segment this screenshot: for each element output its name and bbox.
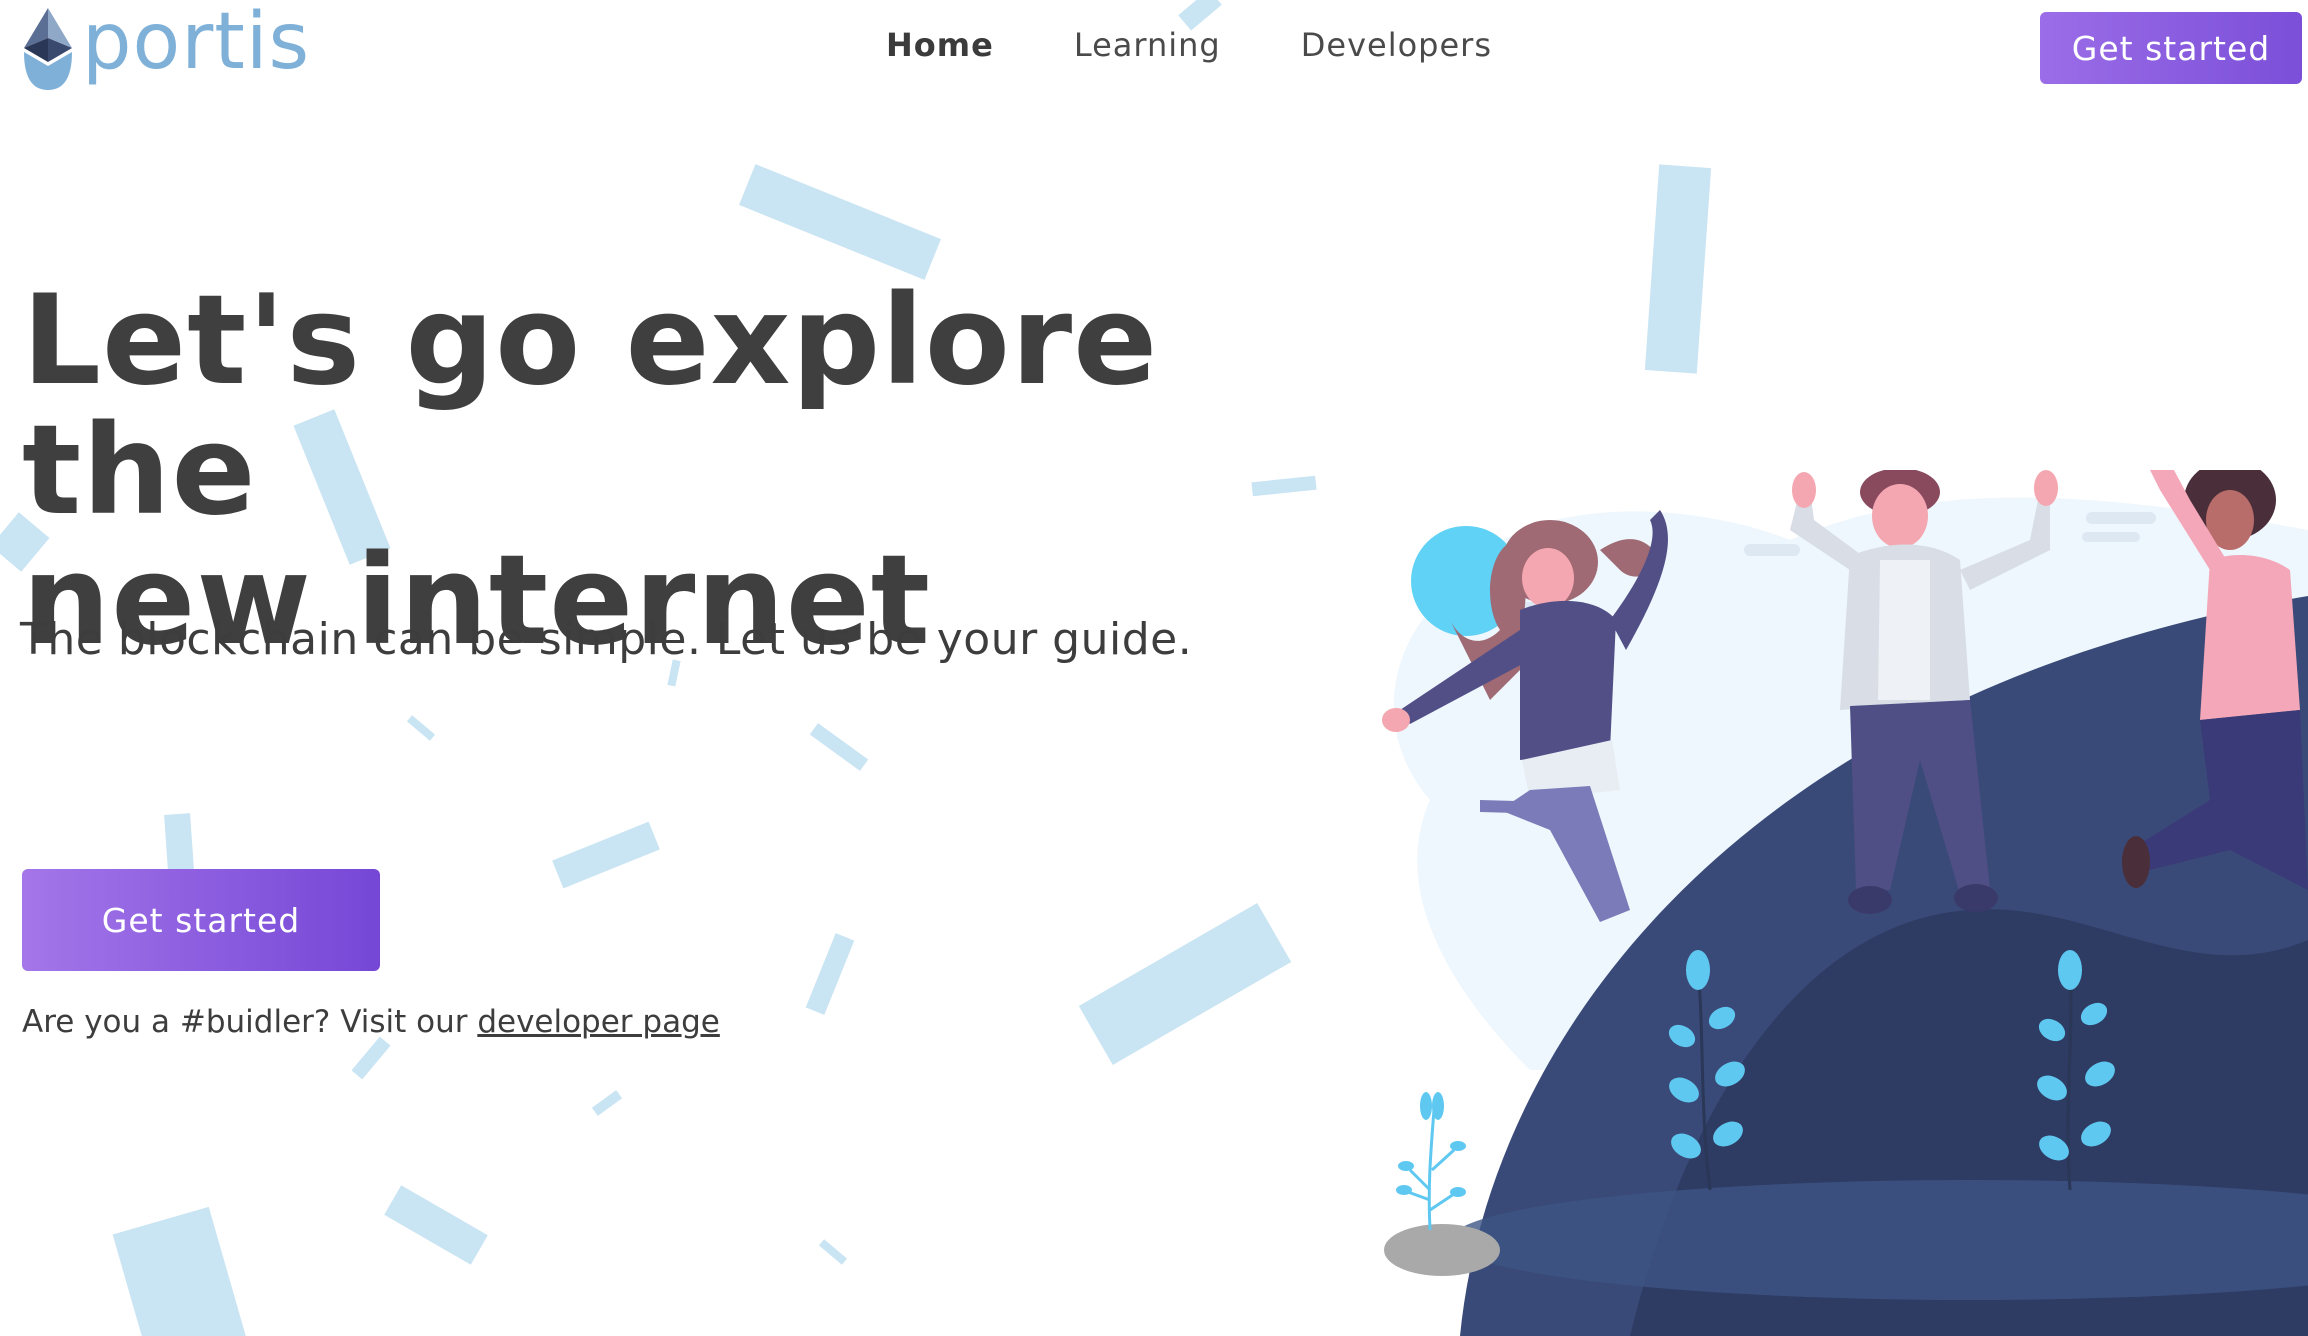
developer-page-link[interactable]: developer page — [477, 1004, 720, 1040]
portis-logo[interactable]: portis — [20, 3, 310, 90]
hero-subtitle: The blockchain can be simple. Let us be … — [20, 614, 1193, 665]
confetti-piece — [591, 1090, 623, 1116]
hero-illustration — [1382, 470, 2308, 1336]
nav-learning[interactable]: Learning — [1074, 26, 1221, 64]
confetti-piece — [164, 813, 194, 871]
landing-page: portis Home Learning Developers Get star… — [0, 0, 2308, 1336]
confetti-piece — [351, 1036, 391, 1080]
confetti-piece — [552, 821, 660, 889]
main-nav: Home Learning Developers — [886, 26, 1572, 64]
developer-note-text: Are you a #buidler? Visit our — [22, 1004, 478, 1040]
confetti-piece — [406, 715, 436, 741]
nav-home[interactable]: Home — [886, 26, 994, 64]
header-get-started-button[interactable]: Get started — [2040, 12, 2302, 84]
confetti-piece — [805, 933, 855, 1015]
small-cloud — [2086, 512, 2156, 524]
small-plant-icon — [1407, 1109, 1456, 1231]
logo-wordmark: portis — [82, 0, 311, 87]
confetti-piece — [112, 1206, 248, 1336]
confetti-piece — [739, 164, 941, 280]
nav-developers[interactable]: Developers — [1301, 26, 1492, 64]
confetti-piece — [818, 1239, 848, 1265]
small-cloud — [1744, 544, 1800, 556]
confetti-piece — [809, 723, 869, 771]
hero-get-started-button[interactable]: Get started — [22, 869, 380, 971]
confetti-piece — [1078, 903, 1292, 1065]
rock — [1384, 1224, 1500, 1276]
confetti-piece — [1644, 164, 1712, 374]
small-cloud — [2082, 532, 2140, 542]
ethereum-diamond-icon — [24, 8, 72, 90]
confetti-piece — [384, 1185, 488, 1265]
hero-title-line-1: Let's go explore the — [22, 269, 1159, 543]
hero-title: Let's go explore the new internet — [22, 276, 1322, 666]
developer-note: Are you a #buidler? Visit our developer … — [22, 1004, 720, 1040]
